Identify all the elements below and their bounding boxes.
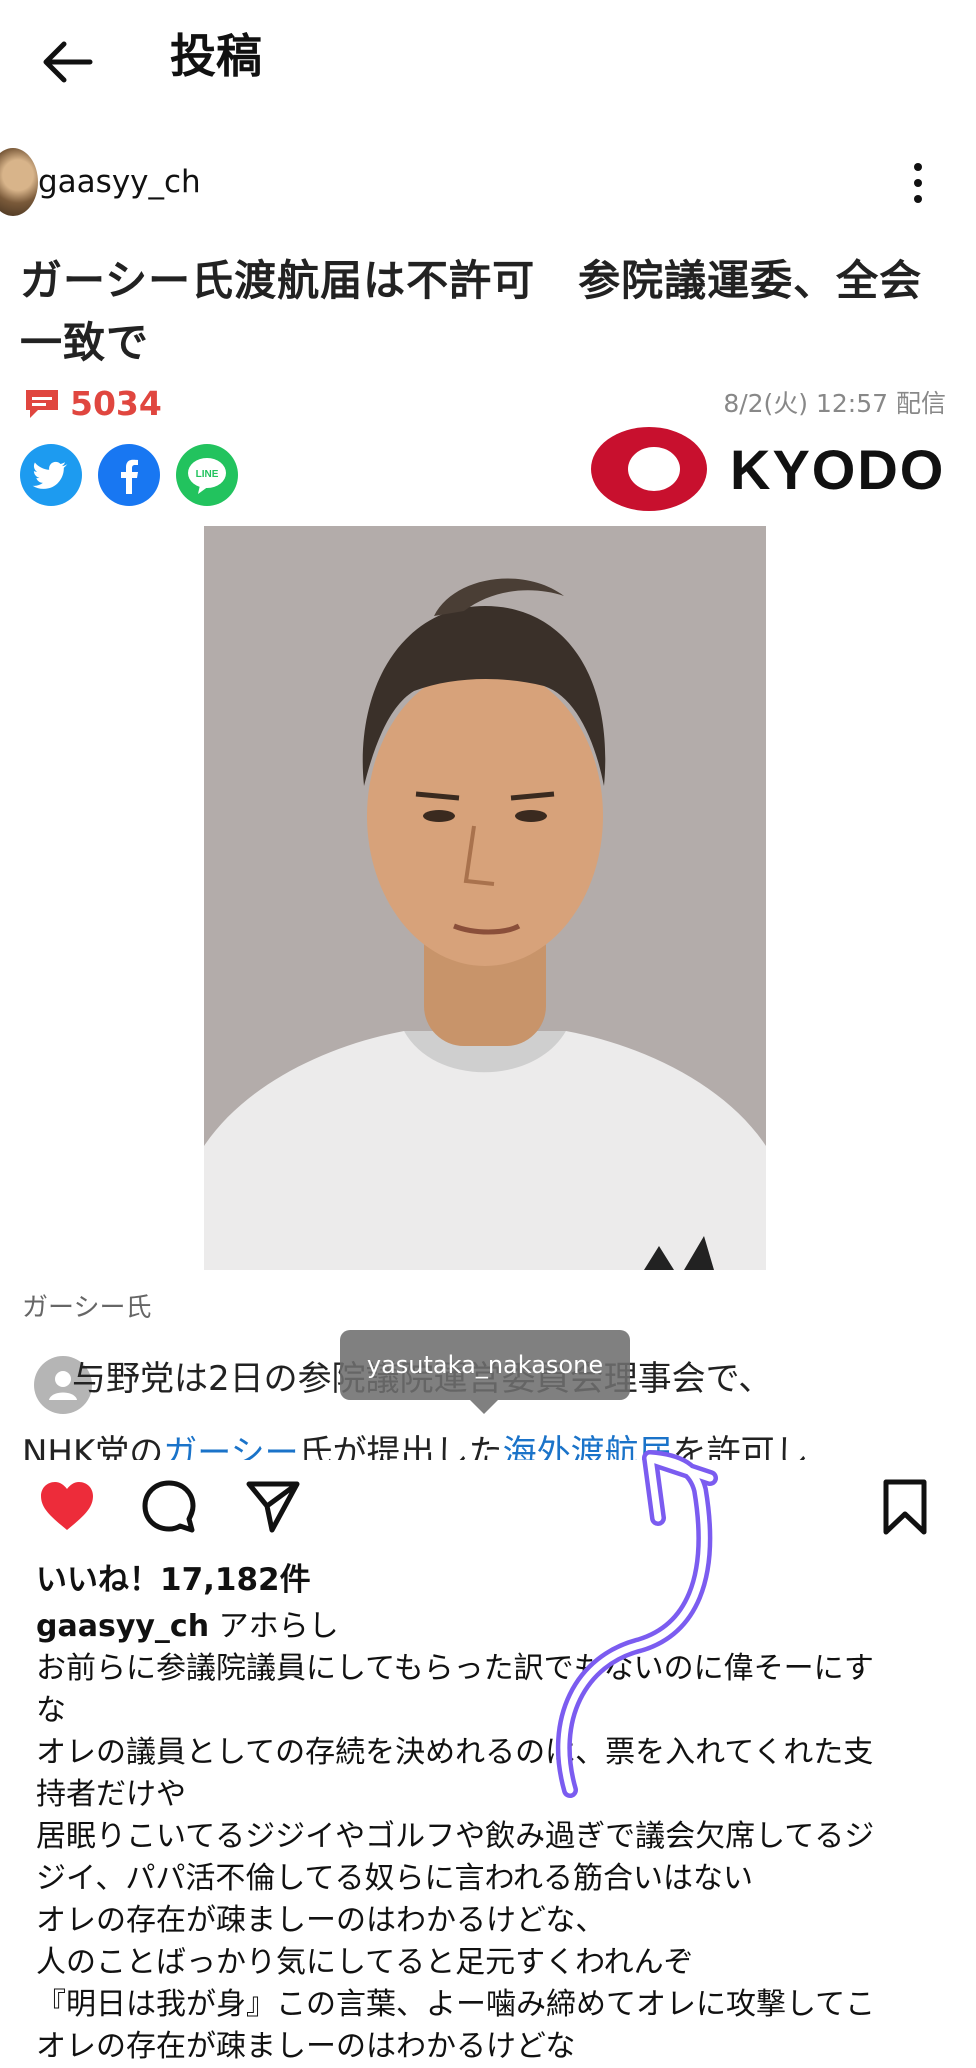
- article-headline: ガーシー氏渡航届は不許可 参院議運委、全会一致で: [20, 256, 923, 367]
- heart-icon[interactable]: [38, 1478, 96, 1536]
- post-image[interactable]: ガーシー氏渡航届は不許可 参院議運委、全会一致で 5034 8/2(火) 12:…: [0, 236, 976, 1460]
- avatar[interactable]: [0, 148, 38, 216]
- twitter-icon: [20, 444, 82, 506]
- caption-line: オレの存在が疎ましーのはわかるけどな、: [36, 1903, 606, 1938]
- share-icon[interactable]: [244, 1478, 302, 1536]
- body-link[interactable]: ガーシー: [163, 1433, 298, 1460]
- caption-line: な: [36, 1693, 66, 1728]
- kyodo-logo: KYODO: [590, 422, 950, 518]
- caption-line: 人のことばっかり気にしてると足元すくわれんぞ: [36, 1945, 694, 1980]
- caption-line: 『明日は我が身』この言葉、よー噛み締めてオレに攻撃してこ: [36, 1987, 876, 2022]
- post-caption: gaasyy_ch アホらし お前らに参議院議員にしてもらった訳でもないのに偉そ…: [36, 1606, 948, 2068]
- caption-line: アホらし: [218, 1609, 339, 1644]
- body-text: 氏が提出した: [298, 1433, 503, 1460]
- user-tag-bubble[interactable]: yasutaka_nakasone: [340, 1330, 630, 1400]
- body-text: を許可し: [672, 1433, 809, 1460]
- caption-line: お前らに参議院議員にしてもらった訳でもないのに偉そーにす: [36, 1651, 874, 1686]
- body-link[interactable]: 海外渡航届: [503, 1433, 673, 1460]
- top-bar: 投稿: [0, 0, 976, 120]
- caption-line: 持者だけや: [36, 1777, 186, 1812]
- caption-line: オレの存在が疎ましーのはわかるけどな: [36, 2029, 576, 2064]
- page-title: 投稿: [170, 29, 262, 83]
- user-tag-pointer: [470, 1400, 498, 1414]
- article-body-line-2: NHK党のガーシー氏が提出した海外渡航届を許可し: [22, 1428, 809, 1460]
- svg-text:LINE: LINE: [196, 469, 219, 480]
- action-bar: [0, 1460, 976, 1550]
- line-icon: LINE: [176, 444, 238, 506]
- body-text: NHK党の: [22, 1433, 164, 1460]
- like-count[interactable]: いいね！17,182件: [36, 1558, 311, 1602]
- comment-bubble-icon[interactable]: [140, 1478, 198, 1536]
- caption-line: 居眠りこいてるジジイやゴルフや飲み過ぎで議会欠席してるジ: [36, 1819, 875, 1854]
- back-arrow-icon[interactable]: [38, 38, 96, 86]
- more-vertical-icon[interactable]: [906, 158, 930, 208]
- facebook-icon: [98, 444, 160, 506]
- comment-icon: [26, 390, 58, 418]
- caption-username[interactable]: gaasyy_ch: [36, 1609, 209, 1644]
- article-datetime: 8/2(火) 12:57 配信: [723, 389, 946, 418]
- article-photo: [204, 526, 766, 1270]
- comment-count: 5034: [70, 384, 162, 423]
- article-source: KYODO: [730, 438, 946, 501]
- author-username[interactable]: gaasyy_ch: [38, 162, 201, 202]
- bookmark-icon[interactable]: [876, 1478, 934, 1536]
- photo-caption: ガーシー氏: [22, 1293, 152, 1323]
- caption-line: オレの議員としての存続を決めれるのは、票を入れてくれた支: [36, 1735, 874, 1770]
- caption-line: ジイ、パパ活不倫してる奴らに言われる筋合いはない: [36, 1861, 753, 1896]
